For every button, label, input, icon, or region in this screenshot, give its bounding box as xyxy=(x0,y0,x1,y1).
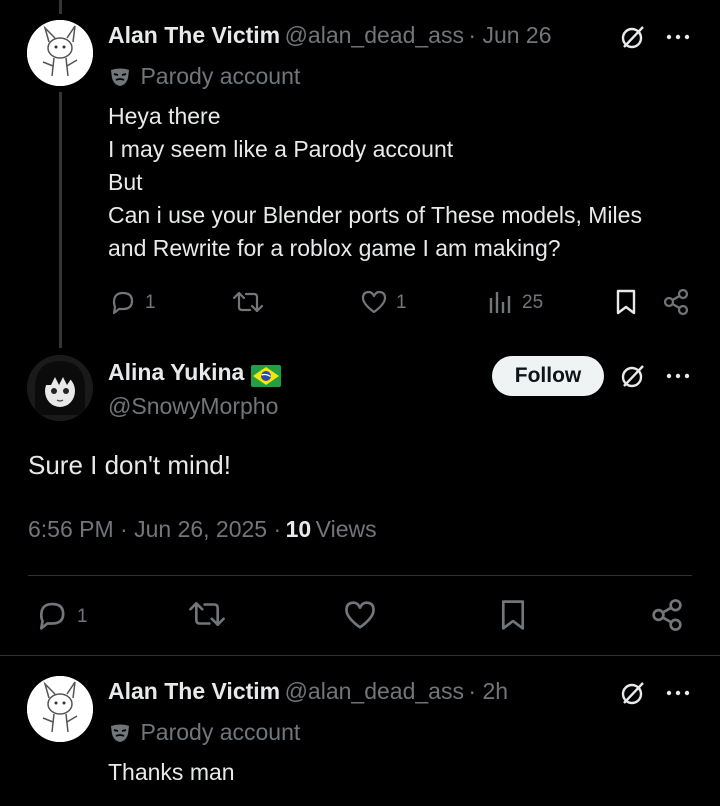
tweet-text-line: But xyxy=(108,169,143,195)
like-icon[interactable] xyxy=(360,289,388,315)
avatar[interactable] xyxy=(27,676,93,742)
tweet-text: Sure I don't mind! xyxy=(28,450,231,480)
reply-count: 1 xyxy=(77,606,88,627)
follow-button[interactable]: Follow xyxy=(492,356,604,396)
tweet-text: Thanks man xyxy=(108,759,235,785)
views-count: 25 xyxy=(522,292,544,313)
views-icon[interactable] xyxy=(488,290,514,314)
views-count: 10 xyxy=(285,516,312,542)
tweet-text-line: Heya there xyxy=(108,103,221,129)
more-options-icon[interactable] xyxy=(666,690,690,696)
tweet-time[interactable]: · 2h xyxy=(468,678,508,704)
parody-mask-icon xyxy=(111,724,129,742)
author-handle[interactable]: @alan_dead_ass xyxy=(285,678,464,704)
repost-icon[interactable] xyxy=(188,598,226,630)
divider xyxy=(28,575,692,576)
tweet-timestamp[interactable]: 6:56 PM · Jun 26, 2025 · xyxy=(28,516,281,542)
bookmark-icon[interactable] xyxy=(614,288,638,316)
author-name[interactable]: Alan The Victim xyxy=(108,22,280,48)
bookmark-icon[interactable] xyxy=(498,598,528,632)
tweet-time[interactable]: · Jun 26 xyxy=(468,22,551,48)
like-count: 1 xyxy=(396,292,407,313)
divider xyxy=(0,655,720,656)
more-options-icon[interactable] xyxy=(666,34,690,40)
reply-count: 1 xyxy=(145,292,156,313)
grok-icon[interactable] xyxy=(620,24,646,50)
parody-label: Parody account xyxy=(140,63,301,89)
tweet-text-line: and Rewrite for a roblox game I am makin… xyxy=(108,235,561,261)
thread-line-connector xyxy=(59,92,62,348)
reply-icon[interactable] xyxy=(34,598,68,632)
author-handle[interactable]: @alan_dead_ass xyxy=(285,22,464,48)
avatar-cartoon-fox-icon xyxy=(27,20,93,86)
grok-icon[interactable] xyxy=(620,363,646,389)
share-icon[interactable] xyxy=(650,598,684,632)
parody-mask-icon xyxy=(111,68,129,86)
parody-label: Parody account xyxy=(140,719,301,745)
reply-icon[interactable] xyxy=(108,288,136,316)
avatar-cartoon-fox-icon xyxy=(27,676,93,742)
brazil-flag-icon xyxy=(250,364,281,387)
tweet-text: Heya there I may seem like a Parody acco… xyxy=(108,100,708,265)
tweet-text-line: Can i use your Blender ports of These mo… xyxy=(108,202,642,228)
tweet-text-line: I may seem like a Parody account xyxy=(108,136,454,162)
avatar-anime-girl-icon xyxy=(27,355,93,421)
share-icon[interactable] xyxy=(662,288,690,316)
avatar[interactable] xyxy=(27,355,93,421)
author-handle[interactable]: @SnowyMorpho xyxy=(108,393,278,420)
author-name[interactable]: Alina Yukina xyxy=(108,359,244,385)
avatar[interactable] xyxy=(27,20,93,86)
views-label: Views xyxy=(315,516,377,542)
repost-icon[interactable] xyxy=(232,289,264,315)
more-options-icon[interactable] xyxy=(666,373,690,379)
author-name[interactable]: Alan The Victim xyxy=(108,678,280,704)
like-icon[interactable] xyxy=(342,599,378,631)
grok-icon[interactable] xyxy=(620,680,646,706)
thread-line-top xyxy=(59,0,62,14)
